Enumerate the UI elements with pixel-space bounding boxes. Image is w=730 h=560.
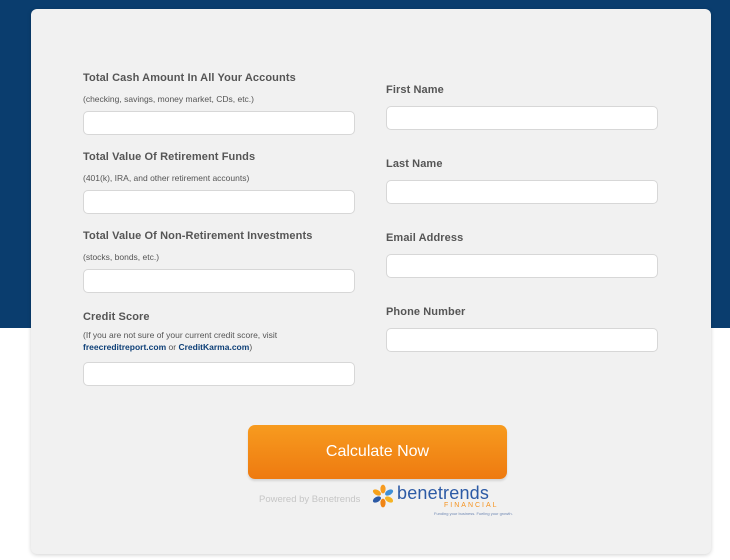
credit-hint: (If you are not sure of your current cre… <box>83 329 363 353</box>
last-name-label: Last Name <box>386 158 443 170</box>
retirement-label: Total Value Of Retirement Funds <box>83 151 256 163</box>
credit-hint-text: (If you are not sure of your current cre… <box>83 330 278 340</box>
cash-hint: (checking, savings, money market, CDs, e… <box>83 94 255 104</box>
credit-label: Credit Score <box>83 311 150 323</box>
credit-hint-close: ) <box>249 342 253 352</box>
phone-input[interactable] <box>386 328 658 352</box>
retirement-input[interactable] <box>83 190 355 214</box>
benetrends-logo-icon <box>372 484 394 508</box>
benetrends-logo-tagline: Funding your business. Fueling your grow… <box>434 511 513 516</box>
credit-hint-or: or <box>168 342 177 352</box>
non-retirement-input[interactable] <box>83 269 355 293</box>
email-label: Email Address <box>386 232 464 244</box>
creditkarma-link[interactable]: CreditKarma.com <box>178 342 249 352</box>
calculate-now-button[interactable]: Calculate Now <box>248 425 507 479</box>
powered-by-text: Powered by Benetrends <box>259 494 361 505</box>
freecreditreport-link[interactable]: freecreditreport.com <box>83 342 166 352</box>
benetrends-logo-subtitle: FINANCIAL <box>444 502 499 509</box>
non-retirement-label: Total Value Of Non-Retirement Investment… <box>83 230 313 242</box>
cash-label: Total Cash Amount In All Your Accounts <box>83 72 296 84</box>
benetrends-logo-wordmark: benetrends <box>397 483 490 503</box>
retirement-hint: (401(k), IRA, and other retirement accou… <box>83 173 250 183</box>
credit-score-input[interactable] <box>83 362 355 386</box>
email-input[interactable] <box>386 254 658 278</box>
phone-label: Phone Number <box>386 306 466 318</box>
calculator-form-card: Total Cash Amount In All Your Accounts (… <box>31 9 711 554</box>
first-name-label: First Name <box>386 84 444 96</box>
cash-input[interactable] <box>83 111 355 135</box>
non-retirement-hint: (stocks, bonds, etc.) <box>83 252 160 262</box>
last-name-input[interactable] <box>386 180 658 204</box>
first-name-input[interactable] <box>386 106 658 130</box>
